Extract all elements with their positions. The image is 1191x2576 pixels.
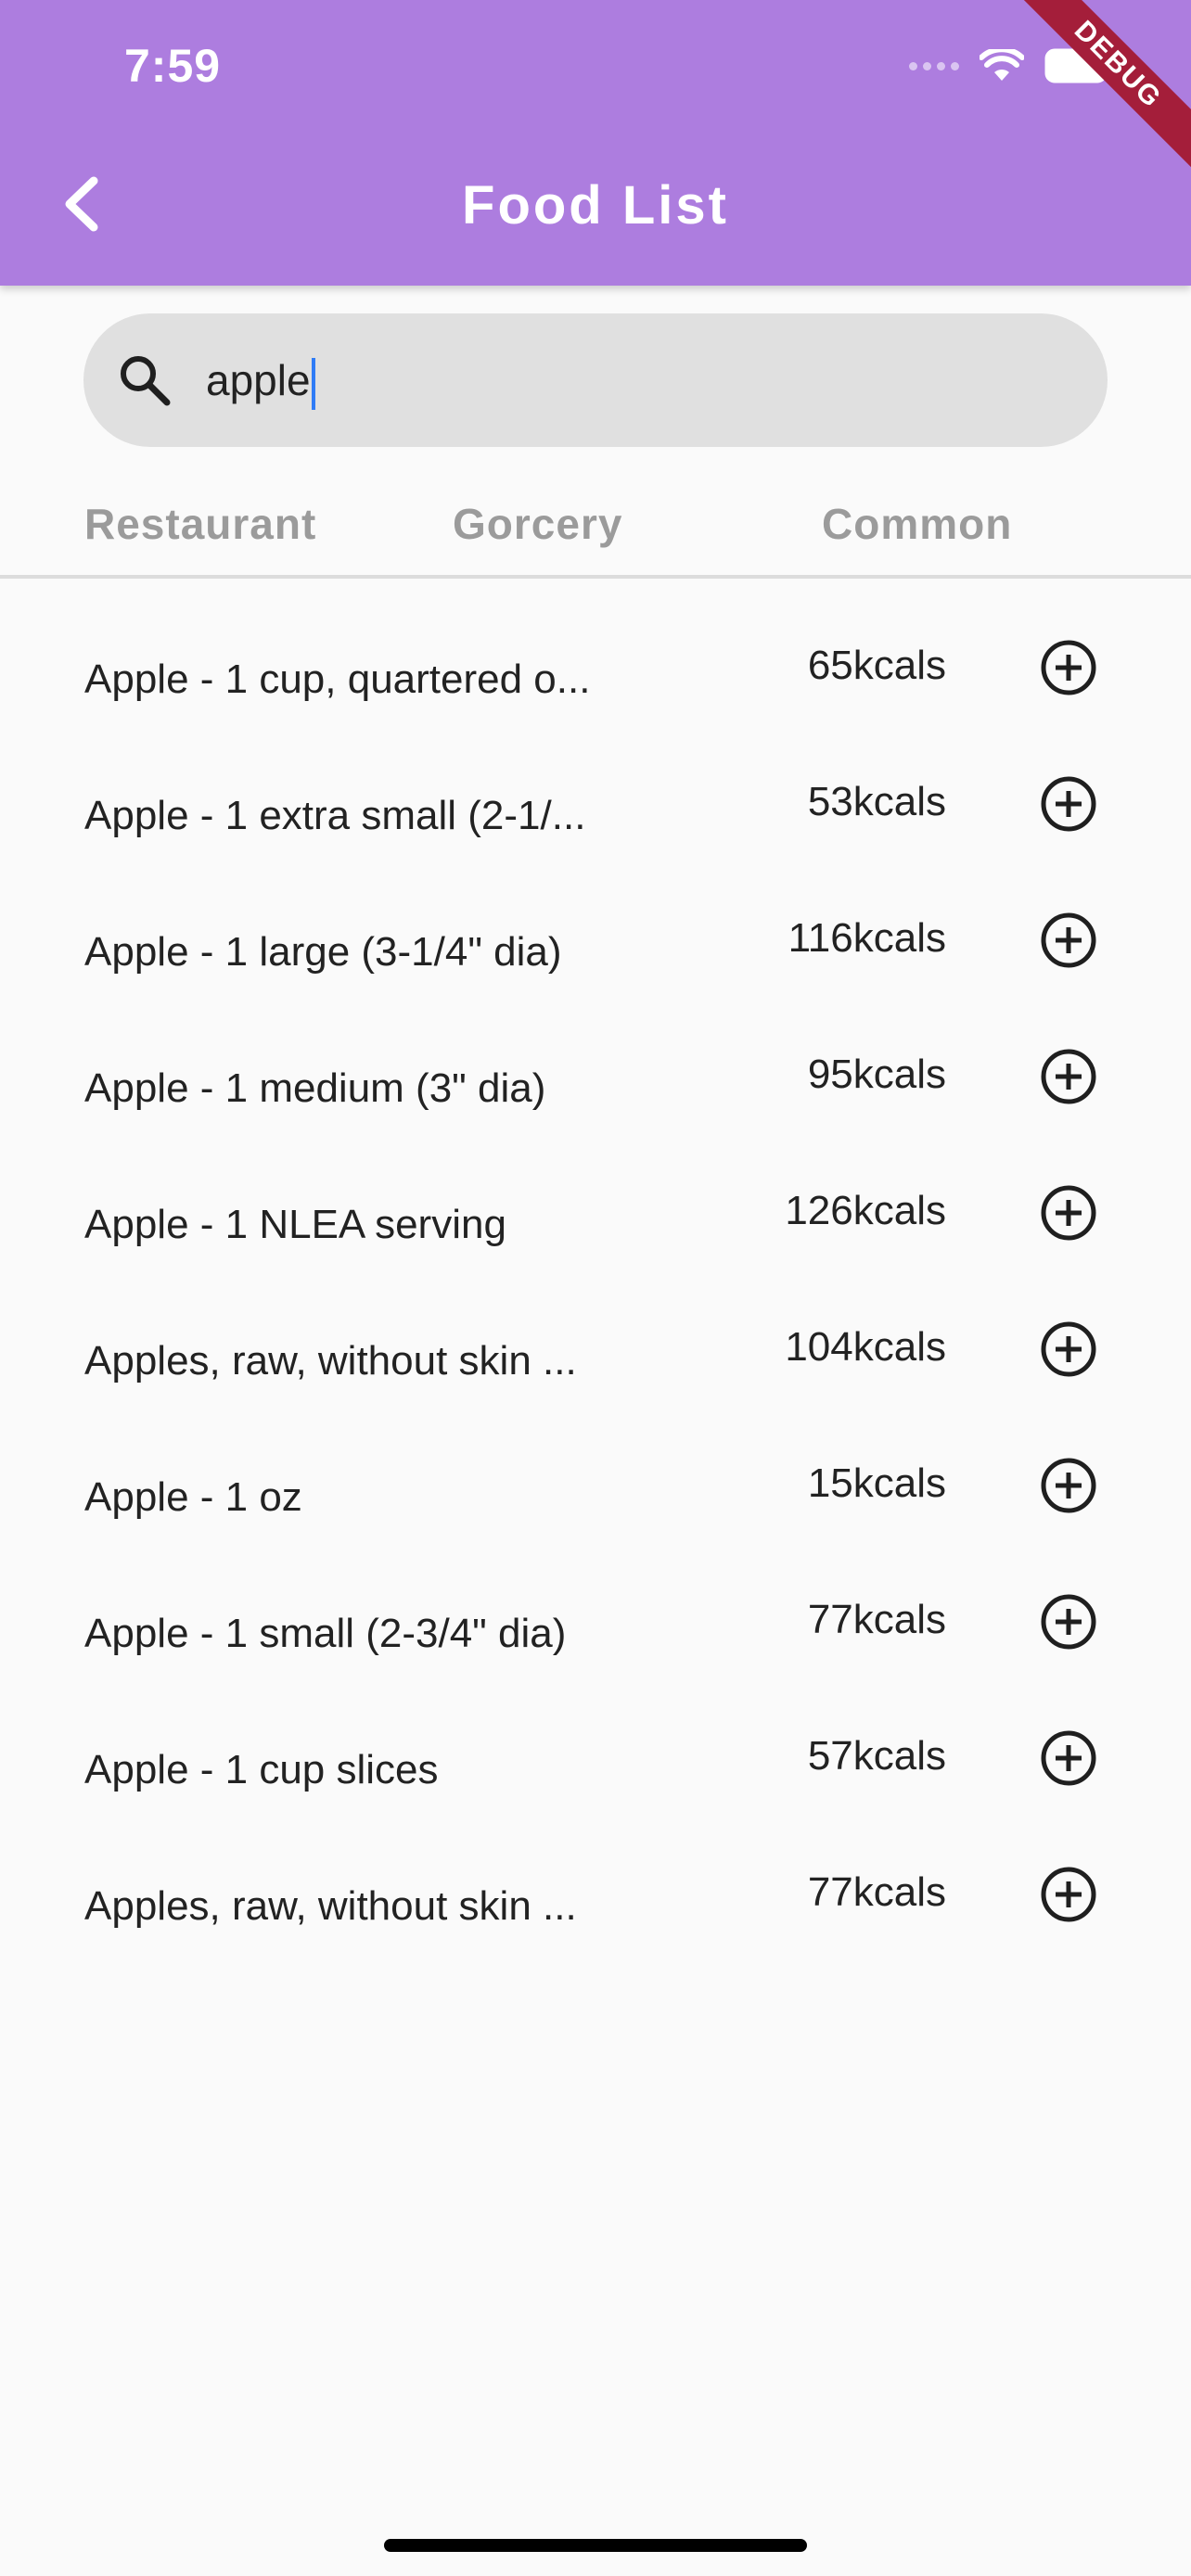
list-item[interactable]: Apple - 1 small (2-3/4" dia) 77kcals: [0, 1555, 1191, 1691]
text-caret: [311, 357, 315, 410]
add-circle-icon[interactable]: [1039, 1047, 1098, 1106]
list-item[interactable]: Apple - 1 medium (3" dia) 95kcals: [0, 1010, 1191, 1146]
wifi-icon: [980, 49, 1024, 81]
food-name: Apple - 1 small (2-3/4" dia): [84, 1611, 567, 1656]
food-kcals: 95kcals: [807, 1052, 946, 1097]
food-kcals: 65kcals: [807, 643, 946, 688]
food-name: Apple - 1 large (3-1/4" dia): [84, 929, 562, 975]
food-kcals: 104kcals: [785, 1324, 946, 1370]
food-name: Apple - 1 cup, quartered o...: [84, 657, 591, 702]
list-item[interactable]: Apples, raw, without skin ... 104kcals: [0, 1282, 1191, 1419]
search-input[interactable]: apple: [206, 352, 315, 410]
list-item[interactable]: Apple - 1 cup slices 57kcals: [0, 1691, 1191, 1828]
food-name: Apples, raw, without skin ...: [84, 1338, 577, 1384]
food-name: Apples, raw, without skin ...: [84, 1883, 577, 1929]
search-icon: [121, 356, 171, 406]
add-circle-icon[interactable]: [1039, 1183, 1098, 1243]
add-circle-icon[interactable]: [1039, 774, 1098, 834]
page-title: Food List: [462, 175, 729, 236]
app-bar: 7:59 Food List: [0, 0, 1191, 286]
list-item[interactable]: Apple - 1 cup, quartered o... 65kcals: [0, 601, 1191, 737]
tabs-divider: [0, 575, 1191, 579]
add-circle-icon[interactable]: [1039, 1320, 1098, 1379]
home-indicator[interactable]: [384, 2539, 807, 2552]
food-kcals: 57kcals: [807, 1733, 946, 1779]
search-field[interactable]: apple: [83, 313, 1108, 447]
food-kcals: 53kcals: [807, 779, 946, 824]
add-circle-icon[interactable]: [1039, 1592, 1098, 1651]
search-value: apple: [206, 356, 311, 404]
list-item[interactable]: Apple - 1 oz 15kcals: [0, 1419, 1191, 1555]
food-kcals: 77kcals: [807, 1597, 946, 1642]
list-item[interactable]: Apple - 1 large (3-1/4" dia) 116kcals: [0, 874, 1191, 1010]
food-name: Apple - 1 extra small (2-1/...: [84, 793, 586, 838]
list-item[interactable]: Apple - 1 NLEA serving 126kcals: [0, 1146, 1191, 1282]
food-kcals: 77kcals: [807, 1869, 946, 1915]
food-name: Apple - 1 oz: [84, 1474, 302, 1520]
category-tabs: Restaurant Gorcery Common: [0, 499, 1191, 577]
add-circle-icon[interactable]: [1039, 638, 1098, 697]
cellular-signal-icon: [909, 61, 959, 70]
tab-common[interactable]: Common: [822, 499, 1012, 549]
add-circle-icon[interactable]: [1039, 1456, 1098, 1515]
food-name: Apple - 1 medium (3" dia): [84, 1065, 546, 1111]
status-time: 7:59: [124, 40, 222, 92]
food-kcals: 116kcals: [788, 915, 946, 961]
food-name: Apple - 1 NLEA serving: [84, 1202, 506, 1247]
list-item[interactable]: Apples, raw, without skin ... 77kcals: [0, 1828, 1191, 1964]
food-kcals: 126kcals: [785, 1188, 946, 1233]
tab-grocery[interactable]: Gorcery: [453, 499, 622, 549]
add-circle-icon[interactable]: [1039, 1865, 1098, 1924]
food-kcals: 15kcals: [807, 1460, 946, 1506]
add-circle-icon[interactable]: [1039, 911, 1098, 970]
add-circle-icon[interactable]: [1039, 1728, 1098, 1788]
tab-restaurant[interactable]: Restaurant: [84, 499, 316, 549]
list-item[interactable]: Apple - 1 extra small (2-1/... 53kcals: [0, 737, 1191, 874]
food-name: Apple - 1 cup slices: [84, 1747, 439, 1792]
